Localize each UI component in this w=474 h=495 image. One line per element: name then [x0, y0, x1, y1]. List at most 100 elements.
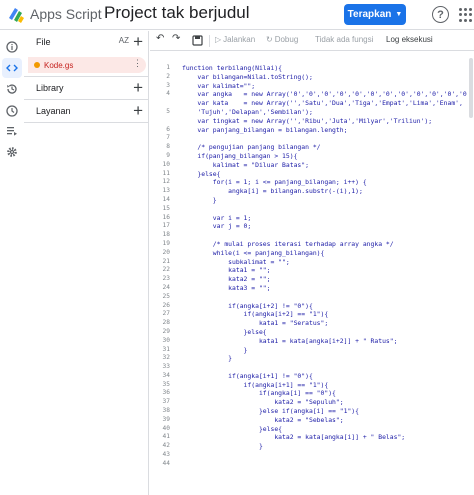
line-number: 9	[166, 151, 170, 159]
code-line[interactable]: }	[182, 346, 474, 355]
editor-scrollbar[interactable]	[468, 52, 474, 495]
code-line[interactable]: var kalimat="";	[182, 82, 474, 91]
scrollbar-thumb[interactable]	[469, 58, 473, 118]
file-item-kode-gs[interactable]: Kode.gs ⋮	[28, 57, 146, 73]
code-line[interactable]: 'Tujuh','Delapan','Sembilan');	[182, 108, 474, 117]
code-line[interactable]: }	[182, 442, 474, 451]
line-number: 31	[162, 345, 170, 353]
triggers-button[interactable]	[2, 101, 22, 121]
code-editor[interactable]: 1 2 3 4 5 6 7 8 9 10 11 12 13 14 15 16 17 18 19 20 21 22 23 24 2…	[150, 52, 474, 495]
code-line[interactable]	[182, 134, 474, 143]
code-line[interactable]: if(angka[i+2] == "1"){	[182, 310, 474, 319]
code-line[interactable]: while(i <= panjang_bilangan){	[182, 249, 474, 258]
code-line[interactable]: }else if(angka[i] == "1"){	[182, 407, 474, 416]
line-number: 40	[162, 424, 170, 432]
file-status-icon	[34, 62, 40, 68]
code-line[interactable]: subkalimat = "";	[182, 258, 474, 267]
code-line[interactable]: kata2 = "Sepuluh";	[182, 398, 474, 407]
line-number: 30	[162, 336, 170, 344]
code-line[interactable]: }	[182, 196, 474, 205]
code-line[interactable]: kata1 = "";	[182, 266, 474, 275]
code-line[interactable]: if(angka[i+2] != "0"){	[182, 302, 474, 311]
add-library-icon[interactable]: +	[133, 79, 143, 96]
code-line[interactable]: /* pengujian panjang bilangan */	[182, 143, 474, 152]
code-line[interactable]: kalimat = "Diluar Batas";	[182, 161, 474, 170]
debug-button-label: Dobug	[274, 35, 299, 44]
line-number: 1	[166, 64, 170, 71]
code-line[interactable]: }else{	[182, 328, 474, 337]
save-icon[interactable]	[192, 35, 203, 46]
code-line[interactable]: if(angka[i+1] == "1"){	[182, 381, 474, 390]
redo-icon[interactable]: ↷	[172, 33, 180, 44]
more-vert-icon[interactable]: ⋮	[133, 58, 142, 69]
code-line[interactable]: var tingkat = new Array('','Ribu','Juta'…	[182, 117, 474, 126]
code-line[interactable]: }else{	[182, 170, 474, 179]
gear-icon	[7, 147, 17, 157]
code-line[interactable]: if(panjang_bilangan > 15){	[182, 152, 474, 161]
line-number: 14	[162, 195, 170, 203]
run-button[interactable]: ▷ Jalankan	[215, 35, 255, 44]
code-line[interactable]	[182, 205, 474, 214]
code-line[interactable]	[182, 231, 474, 240]
divider	[24, 122, 149, 123]
function-select[interactable]: Tidak ada fungsi	[315, 35, 373, 44]
line-number: 37	[162, 398, 170, 406]
execution-log-button[interactable]: Log eksekusi	[386, 35, 433, 44]
code-line[interactable]: kata2 = kata[angka[i]] + " Belas";	[182, 433, 474, 442]
help-icon-glyph: ?	[437, 8, 444, 21]
code-line[interactable]	[182, 293, 474, 302]
apps-grid-icon[interactable]	[459, 8, 473, 22]
history-button[interactable]	[2, 79, 22, 99]
code-line[interactable]: kata3 = "";	[182, 284, 474, 293]
line-number: 23	[162, 275, 170, 283]
overview-button[interactable]	[2, 37, 22, 57]
line-number: 10	[162, 160, 170, 168]
left-rail	[0, 31, 24, 495]
services-row[interactable]: Layanan +	[24, 100, 149, 122]
code-line[interactable]: var j = 0;	[182, 222, 474, 231]
editor-toolbar: ↶ ↷ ▷ Jalankan ↻ Dobug Tidak ada fungsi Lo…	[150, 31, 474, 51]
code-line[interactable]: /* mulai proses iterasi terhadap array a…	[182, 240, 474, 249]
top-bar: Apps Script Project tak berjudul Terapka…	[0, 0, 474, 30]
code-area[interactable]: function terbilang(Nilai){ var bilangan=…	[182, 64, 474, 451]
library-row[interactable]: Library +	[24, 77, 149, 99]
line-number: 32	[162, 354, 170, 362]
code-line[interactable]: kata2 = "";	[182, 275, 474, 284]
debug-button[interactable]: ↻ Dobug	[266, 35, 298, 44]
code-line[interactable]: if(angka[i] == "0"){	[182, 389, 474, 398]
code-line[interactable]: }	[182, 354, 474, 363]
editor-button[interactable]	[2, 58, 22, 78]
code-line[interactable]: kata1 = kata[angka[i+2]] + " Ratus";	[182, 337, 474, 346]
project-title[interactable]: Project tak berjudul	[104, 3, 250, 23]
code-line[interactable]: }else{	[182, 425, 474, 434]
sort-az-icon[interactable]: AZ	[119, 36, 129, 45]
code-line[interactable]: for(i = 1; i <= panjang_bilangan; i++) {	[182, 178, 474, 187]
line-number: 3	[166, 81, 170, 89]
undo-icon[interactable]: ↶	[156, 33, 164, 44]
add-service-icon[interactable]: +	[133, 102, 143, 119]
debug-icon: ↻	[266, 35, 273, 44]
add-file-icon[interactable]: +	[133, 33, 143, 50]
executions-icon	[7, 127, 17, 136]
apps-script-logo-icon[interactable]	[6, 4, 26, 24]
code-line[interactable]: kata1 = "Seratus";	[182, 319, 474, 328]
code-line[interactable]: var i = 1;	[182, 214, 474, 223]
code-line[interactable]: if(angka[i+1] != "0"){	[182, 372, 474, 381]
line-number: 35	[162, 380, 170, 388]
code-line[interactable]: var panjang_bilangan = bilangan.length;	[182, 126, 474, 135]
line-number: 41	[162, 433, 170, 441]
deploy-button[interactable]: Terapkan ▼	[344, 4, 406, 25]
code-line[interactable]: var kata = new Array('','Satu','Dua','Ti…	[182, 99, 474, 108]
line-number: 11	[162, 169, 170, 177]
code-line[interactable]: function terbilang(Nilai){	[182, 64, 474, 73]
code-line[interactable]: var bilangan=Nilai.toString();	[182, 73, 474, 82]
code-line[interactable]: var angka = new Array('0','0','0','0','0…	[182, 90, 474, 99]
settings-button[interactable]	[2, 142, 22, 162]
help-icon[interactable]: ?	[432, 6, 449, 23]
executions-button[interactable]	[2, 121, 22, 141]
code-line[interactable]	[182, 363, 474, 372]
code-line[interactable]: angka[i] = bilangan.substr(-(i),1);	[182, 187, 474, 196]
code-line[interactable]: kata2 = "Sebelas";	[182, 416, 474, 425]
toolbar-divider	[209, 35, 210, 47]
line-number: 43	[162, 451, 170, 459]
